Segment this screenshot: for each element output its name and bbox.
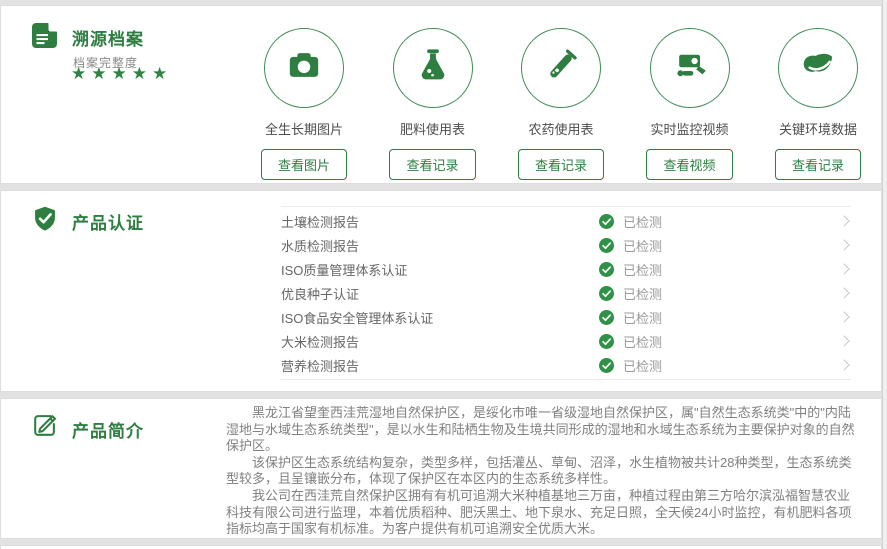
certification-row[interactable]: 大米检测报告 已检测 xyxy=(281,329,851,353)
intro-section: 产品简介 黑龙江省望奎西洼荒湿地自然保护区，是绥化市唯一省级湿地自然保护区，属"… xyxy=(0,398,882,539)
edit-icon xyxy=(31,411,59,439)
certification-section: 产品认证 土壤检测报告 已检测 水质检测报告 已检测 xyxy=(0,190,882,392)
rating-stars: ★★★★★ xyxy=(71,64,172,84)
certification-label: ISO质量管理体系认证 xyxy=(281,260,599,279)
certification-row[interactable]: ISO质量管理体系认证 已检测 xyxy=(281,257,851,281)
view-button[interactable]: 查看记录 xyxy=(775,149,861,180)
cctv-icon xyxy=(670,46,710,91)
archive-item: 实时监控视频 查看视频 xyxy=(628,28,752,180)
intro-paragraph: 该保护区生态系统结构复杂，类型多样，包括灌丛、草甸、沼泽，水生植物被共计28种类… xyxy=(226,455,861,488)
archive-item-label: 肥料使用表 xyxy=(400,119,465,138)
flask-icon xyxy=(413,46,453,91)
check-circle-icon xyxy=(599,238,614,253)
view-button[interactable]: 查看图片 xyxy=(261,149,347,180)
chevron-right-icon xyxy=(838,287,849,298)
intro-paragraph: 我公司在西洼荒自然保护区拥有有机可追溯大米种植基地三万亩，种植过程由第三方哈尔滨… xyxy=(226,488,861,538)
status-text: 已检测 xyxy=(623,212,662,231)
intro-text: 黑龙江省望奎西洼荒湿地自然保护区，是绥化市唯一省级湿地自然保护区，属"自然生态系… xyxy=(226,405,861,538)
certification-label: ISO食品安全管理体系认证 xyxy=(281,308,599,327)
certification-row[interactable]: 营养检测报告 已检测 xyxy=(281,353,851,377)
check-circle-icon xyxy=(599,262,614,277)
certification-title: 产品认证 xyxy=(72,209,144,234)
certification-label: 土壤检测报告 xyxy=(281,212,599,231)
status-text: 已检测 xyxy=(623,284,662,303)
archive-item: 关键环境数据 查看记录 xyxy=(756,28,880,180)
check-circle-icon xyxy=(599,334,614,349)
archive-section: 溯源档案 档案完整度 ★★★★★ 全生长期图片 查看图片 肥料使用表 查看记录 … xyxy=(0,5,882,184)
shield-check-icon xyxy=(31,205,59,233)
status-text: 已检测 xyxy=(623,260,662,279)
check-circle-icon xyxy=(599,214,614,229)
scrollbar-track[interactable] xyxy=(882,0,887,549)
status-text: 已检测 xyxy=(623,356,662,375)
certification-row[interactable]: 土壤检测报告 已检测 xyxy=(281,209,851,233)
certification-list: 土壤检测报告 已检测 水质检测报告 已检测 ISO质量管 xyxy=(281,206,851,380)
status-text: 已检测 xyxy=(623,308,662,327)
intro-title: 产品简介 xyxy=(72,417,144,442)
archive-item-label: 关键环境数据 xyxy=(779,119,857,138)
archive-item: 全生长期图片 查看图片 xyxy=(242,28,366,180)
check-circle-icon xyxy=(599,310,614,325)
chevron-right-icon xyxy=(838,263,849,274)
status-text: 已检测 xyxy=(623,236,662,255)
chevron-right-icon xyxy=(838,311,849,322)
chevron-right-icon xyxy=(838,335,849,346)
check-circle-icon xyxy=(599,358,614,373)
certification-label: 营养检测报告 xyxy=(281,356,599,375)
view-button[interactable]: 查看记录 xyxy=(389,149,475,180)
test-tube-icon xyxy=(541,46,581,91)
certification-row[interactable]: 优良种子认证 已检测 xyxy=(281,281,851,305)
archive-item: 肥料使用表 查看记录 xyxy=(371,28,495,180)
chevron-right-icon xyxy=(838,215,849,226)
archive-title: 溯源档案 xyxy=(72,25,144,50)
camera-icon xyxy=(284,46,324,91)
archive-items: 全生长期图片 查看图片 肥料使用表 查看记录 农药使用表 查看记录 实时监控视频… xyxy=(242,28,880,180)
certification-row[interactable]: 水质检测报告 已检测 xyxy=(281,233,851,257)
certification-row[interactable]: ISO食品安全管理体系认证 已检测 xyxy=(281,305,851,329)
traceability-page: 溯源档案 档案完整度 ★★★★★ 全生长期图片 查看图片 肥料使用表 查看记录 … xyxy=(0,0,887,549)
archive-item-label: 农药使用表 xyxy=(528,119,593,138)
certification-label: 优良种子认证 xyxy=(281,284,599,303)
archive-item-label: 实时监控视频 xyxy=(650,119,728,138)
status-text: 已检测 xyxy=(623,332,662,351)
view-button[interactable]: 查看视频 xyxy=(646,149,732,180)
leaf-icon xyxy=(798,46,838,91)
next-section-sliver xyxy=(0,545,882,549)
certification-label: 大米检测报告 xyxy=(281,332,599,351)
chevron-right-icon xyxy=(838,359,849,370)
certification-label: 水质检测报告 xyxy=(281,236,599,255)
archive-item-label: 全生长期图片 xyxy=(265,119,343,138)
check-circle-icon xyxy=(599,286,614,301)
chevron-right-icon xyxy=(838,239,849,250)
document-icon xyxy=(31,22,58,49)
view-button[interactable]: 查看记录 xyxy=(518,149,604,180)
archive-item: 农药使用表 查看记录 xyxy=(499,28,623,180)
intro-paragraph: 黑龙江省望奎西洼荒湿地自然保护区，是绥化市唯一省级湿地自然保护区，属"自然生态系… xyxy=(226,405,861,455)
